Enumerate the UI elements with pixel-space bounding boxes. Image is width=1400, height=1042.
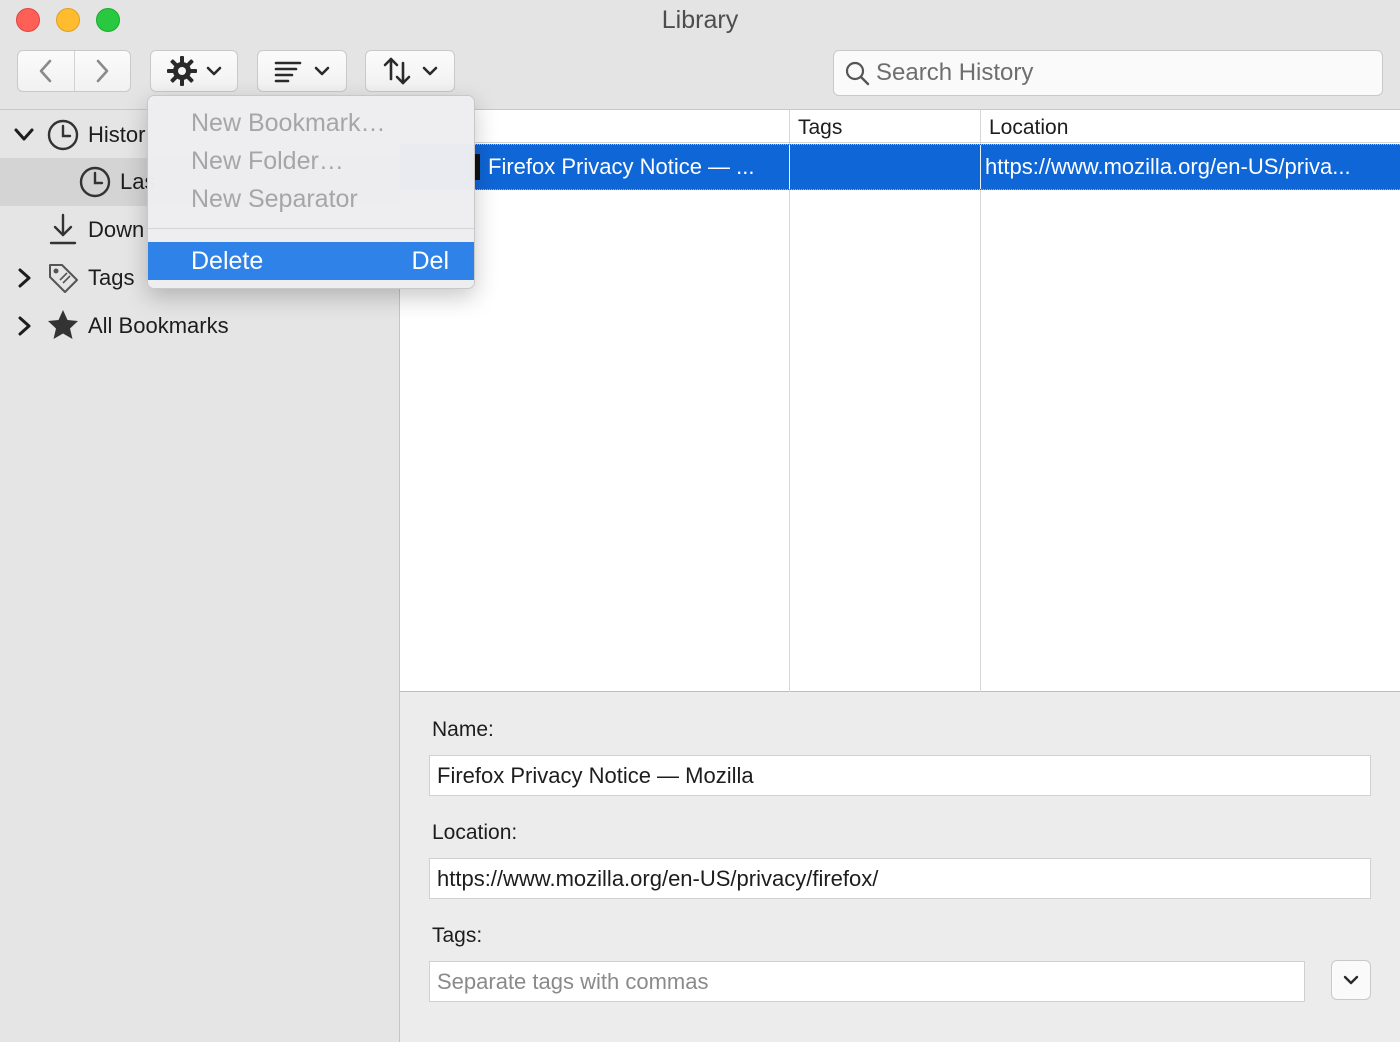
search-icon	[845, 61, 870, 86]
chevron-left-icon	[39, 59, 52, 83]
gear-icon	[167, 56, 197, 86]
location-field[interactable]	[429, 858, 1371, 899]
menu-item-new-separator[interactable]: New Separator	[148, 180, 474, 218]
cell-divider	[789, 145, 790, 189]
tag-icon	[46, 261, 80, 295]
row-tags	[795, 145, 975, 189]
chevron-down-icon	[1343, 975, 1359, 985]
chevron-right-icon	[96, 59, 109, 83]
column-divider	[789, 110, 790, 692]
search-input[interactable]	[876, 59, 1356, 87]
sidebar-item-label: Down	[88, 217, 145, 242]
chevron-down-icon	[314, 66, 330, 76]
location-label: Location:	[432, 821, 518, 844]
organize-menu: New Bookmark… New Folder… New Separator …	[147, 95, 475, 289]
chevron-down-icon	[206, 66, 222, 76]
sort-arrows-icon	[383, 57, 411, 85]
sidebar-item-label: All Bookmarks	[88, 313, 229, 338]
views-button[interactable]	[257, 50, 347, 92]
column-divider	[980, 110, 981, 692]
history-list: Tags Location Firefox Privacy Notice — .…	[400, 110, 1400, 692]
column-header-location[interactable]: Location	[981, 110, 1400, 143]
search-box	[833, 50, 1383, 96]
name-label: Name:	[432, 718, 494, 741]
back-button[interactable]	[18, 51, 74, 91]
sidebar-item-all-bookmarks[interactable]: All Bookmarks	[0, 302, 400, 350]
tags-dropdown-button[interactable]	[1331, 960, 1371, 1000]
clock-icon	[46, 118, 80, 152]
chevron-right-icon[interactable]	[13, 267, 35, 289]
forward-button[interactable]	[74, 51, 130, 91]
sidebar-item-label: Histor	[88, 122, 146, 147]
cell-divider	[980, 145, 981, 189]
name-field[interactable]	[429, 755, 1371, 796]
row-name: Firefox Privacy Notice — ...	[488, 154, 755, 179]
chevron-down-icon	[422, 66, 438, 76]
menu-item-new-bookmark[interactable]: New Bookmark…	[148, 104, 474, 142]
star-icon	[46, 308, 80, 342]
details-pane: Name: Location: Tags:	[400, 692, 1400, 1042]
window-toolbar: Library	[0, 0, 1400, 110]
download-icon	[46, 212, 80, 246]
menu-separator	[148, 228, 474, 229]
menu-item-shortcut: Del	[411, 246, 449, 275]
row-location: https://www.mozilla.org/en-US/priva...	[985, 154, 1351, 179]
chevron-down-icon[interactable]	[13, 124, 35, 146]
table-row[interactable]: Firefox Privacy Notice — ... https://www…	[400, 144, 1400, 190]
organize-button[interactable]	[150, 50, 238, 92]
sidebar-item-label: Tags	[88, 265, 135, 290]
tags-field[interactable]	[429, 961, 1305, 1002]
list-icon	[274, 61, 302, 83]
navigation-buttons	[17, 50, 131, 92]
menu-item-delete[interactable]: Delete Del	[148, 242, 474, 280]
menu-item-label: Delete	[191, 246, 264, 275]
chevron-right-icon[interactable]	[13, 315, 35, 337]
tags-label: Tags:	[432, 924, 483, 947]
sort-button[interactable]	[365, 50, 455, 92]
column-header-tags[interactable]: Tags	[790, 110, 980, 143]
window-title: Library	[661, 6, 739, 34]
menu-item-new-folder[interactable]: New Folder…	[148, 142, 474, 180]
clock-icon	[78, 165, 112, 199]
